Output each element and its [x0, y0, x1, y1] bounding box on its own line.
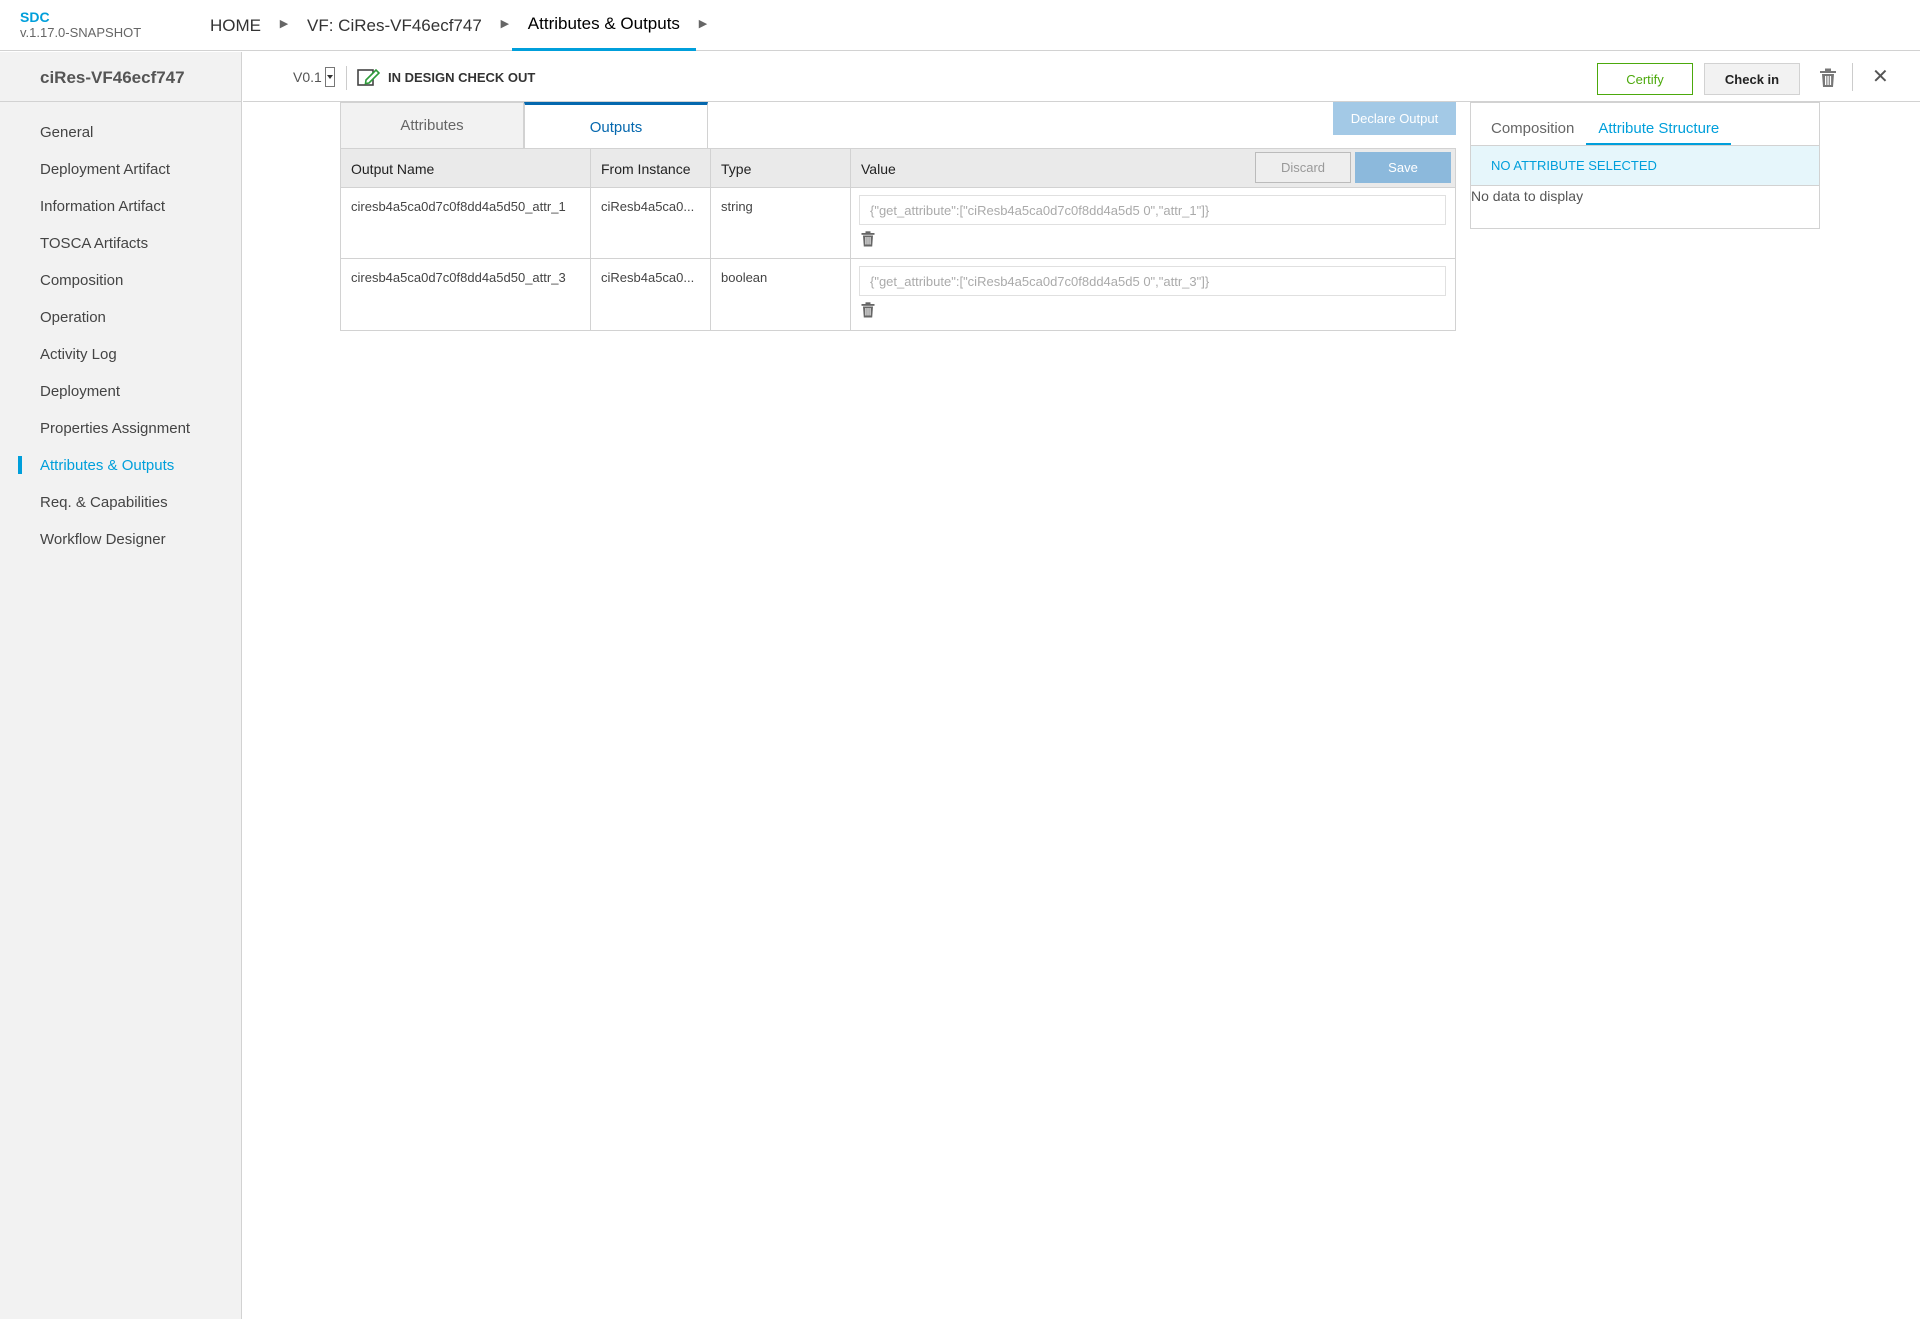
divider: [1852, 63, 1853, 91]
tab-composition[interactable]: Composition: [1485, 120, 1586, 145]
sidebar-title: ciRes-VF46ecf747: [0, 52, 241, 102]
brand-version: v.1.17.0-SNAPSHOT: [20, 25, 142, 40]
chevron-right-icon: ▶: [500, 18, 510, 30]
lifecycle-status: IN DESIGN CHECK OUT: [357, 67, 535, 87]
sidebar-item-general[interactable]: General: [0, 114, 241, 151]
sidebar-item-information-artifact[interactable]: Information Artifact: [0, 188, 241, 225]
sidebar-item-attributes-outputs[interactable]: Attributes & Outputs: [0, 447, 241, 484]
right-panel-tabs: Composition Attribute Structure: [1471, 103, 1819, 145]
declare-output-button[interactable]: Declare Output: [1333, 102, 1456, 135]
brand-name: SDC: [20, 9, 50, 25]
right-panel: Composition Attribute Structure NO ATTRI…: [1470, 102, 1820, 229]
breadcrumb-attributes-outputs[interactable]: Attributes & Outputs: [511, 0, 696, 51]
close-icon[interactable]: ✕: [1872, 66, 1889, 88]
value-cell: [851, 259, 1455, 330]
sidebar-item-deployment[interactable]: Deployment: [0, 373, 241, 410]
value-cell: [851, 188, 1455, 258]
table-row: ciresb4a5ca0d7c0f8dd4a5d50_attr_1 ciResb…: [341, 188, 1455, 259]
breadcrumb: HOME ▶ VF: CiRes-VF46ecf747 ▶ Attributes…: [194, 0, 710, 51]
sidebar-item-operation[interactable]: Operation: [0, 299, 241, 336]
breadcrumb-home[interactable]: HOME: [194, 0, 277, 51]
version-select[interactable]: V0.1: [293, 67, 335, 87]
sidebar-item-deployment-artifact[interactable]: Deployment Artifact: [0, 151, 241, 188]
divider: [346, 66, 347, 90]
output-name-cell: ciresb4a5ca0d7c0f8dd4a5d50_attr_1: [341, 188, 591, 258]
value-input[interactable]: [859, 195, 1446, 225]
sidebar-item-properties-assignment[interactable]: Properties Assignment: [0, 410, 241, 447]
sidebar: ciRes-VF46ecf747 General Deployment Arti…: [0, 52, 242, 1319]
attributes-outputs-tabs: Attributes Outputs: [340, 102, 1456, 149]
column-header-from-instance[interactable]: From Instance: [591, 149, 711, 189]
sidebar-item-composition[interactable]: Composition: [0, 262, 241, 299]
check-in-button[interactable]: Check in: [1704, 63, 1800, 95]
trash-icon[interactable]: [1819, 68, 1837, 88]
no-data-message: No data to display: [1471, 188, 1584, 204]
column-header-output-name[interactable]: Output Name: [341, 149, 591, 189]
table-header: Output Name From Instance Type Value Dis…: [341, 148, 1455, 189]
component-toolbar: V0.1 IN DESIGN CHECK OUT Certify Check i…: [243, 52, 1920, 102]
sidebar-item-req-capabilities[interactable]: Req. & Capabilities: [0, 484, 241, 521]
column-header-value: Value Discard Save: [851, 149, 1455, 189]
chevron-right-icon: ▶: [279, 18, 289, 30]
type-cell: string: [711, 188, 851, 258]
version-label: V0.1: [293, 69, 322, 85]
from-instance-cell: ciResb4a5ca0...: [591, 188, 711, 258]
output-name-cell: ciresb4a5ca0d7c0f8dd4a5d50_attr_3: [341, 259, 591, 330]
sidebar-item-activity-log[interactable]: Activity Log: [0, 336, 241, 373]
discard-button[interactable]: Discard: [1255, 152, 1351, 183]
dropdown-caret-icon[interactable]: [324, 67, 335, 87]
column-header-type[interactable]: Type: [711, 149, 851, 189]
brand[interactable]: SDC v.1.17.0-SNAPSHOT: [20, 9, 142, 41]
sidebar-item-tosca-artifacts[interactable]: TOSCA Artifacts: [0, 225, 241, 262]
outputs-table: Output Name From Instance Type Value Dis…: [340, 148, 1456, 331]
sidebar-menu: General Deployment Artifact Information …: [0, 102, 241, 558]
value-input[interactable]: [859, 266, 1446, 296]
trash-icon[interactable]: [861, 302, 875, 318]
from-instance-cell: ciResb4a5ca0...: [591, 259, 711, 330]
chevron-right-icon[interactable]: ▶: [696, 0, 710, 51]
type-cell: boolean: [711, 259, 851, 330]
column-header-value-label: Value: [861, 161, 896, 177]
table-row: ciresb4a5ca0d7c0f8dd4a5d50_attr_3 ciResb…: [341, 259, 1455, 330]
edit-checkout-icon: [357, 68, 381, 86]
certify-button[interactable]: Certify: [1597, 63, 1693, 95]
tab-outputs[interactable]: Outputs: [524, 102, 708, 149]
trash-icon[interactable]: [861, 231, 875, 247]
status-label: IN DESIGN CHECK OUT: [388, 69, 536, 85]
breadcrumb-vf[interactable]: VF: CiRes-VF46ecf747: [291, 0, 498, 51]
tab-attributes[interactable]: Attributes: [340, 102, 524, 149]
save-button[interactable]: Save: [1355, 152, 1451, 183]
top-header: SDC v.1.17.0-SNAPSHOT HOME ▶ VF: CiRes-V…: [0, 0, 1920, 51]
tab-attribute-structure[interactable]: Attribute Structure: [1586, 120, 1732, 145]
sidebar-item-workflow-designer[interactable]: Workflow Designer: [0, 521, 241, 558]
no-attribute-selected-banner: NO ATTRIBUTE SELECTED: [1471, 145, 1819, 186]
